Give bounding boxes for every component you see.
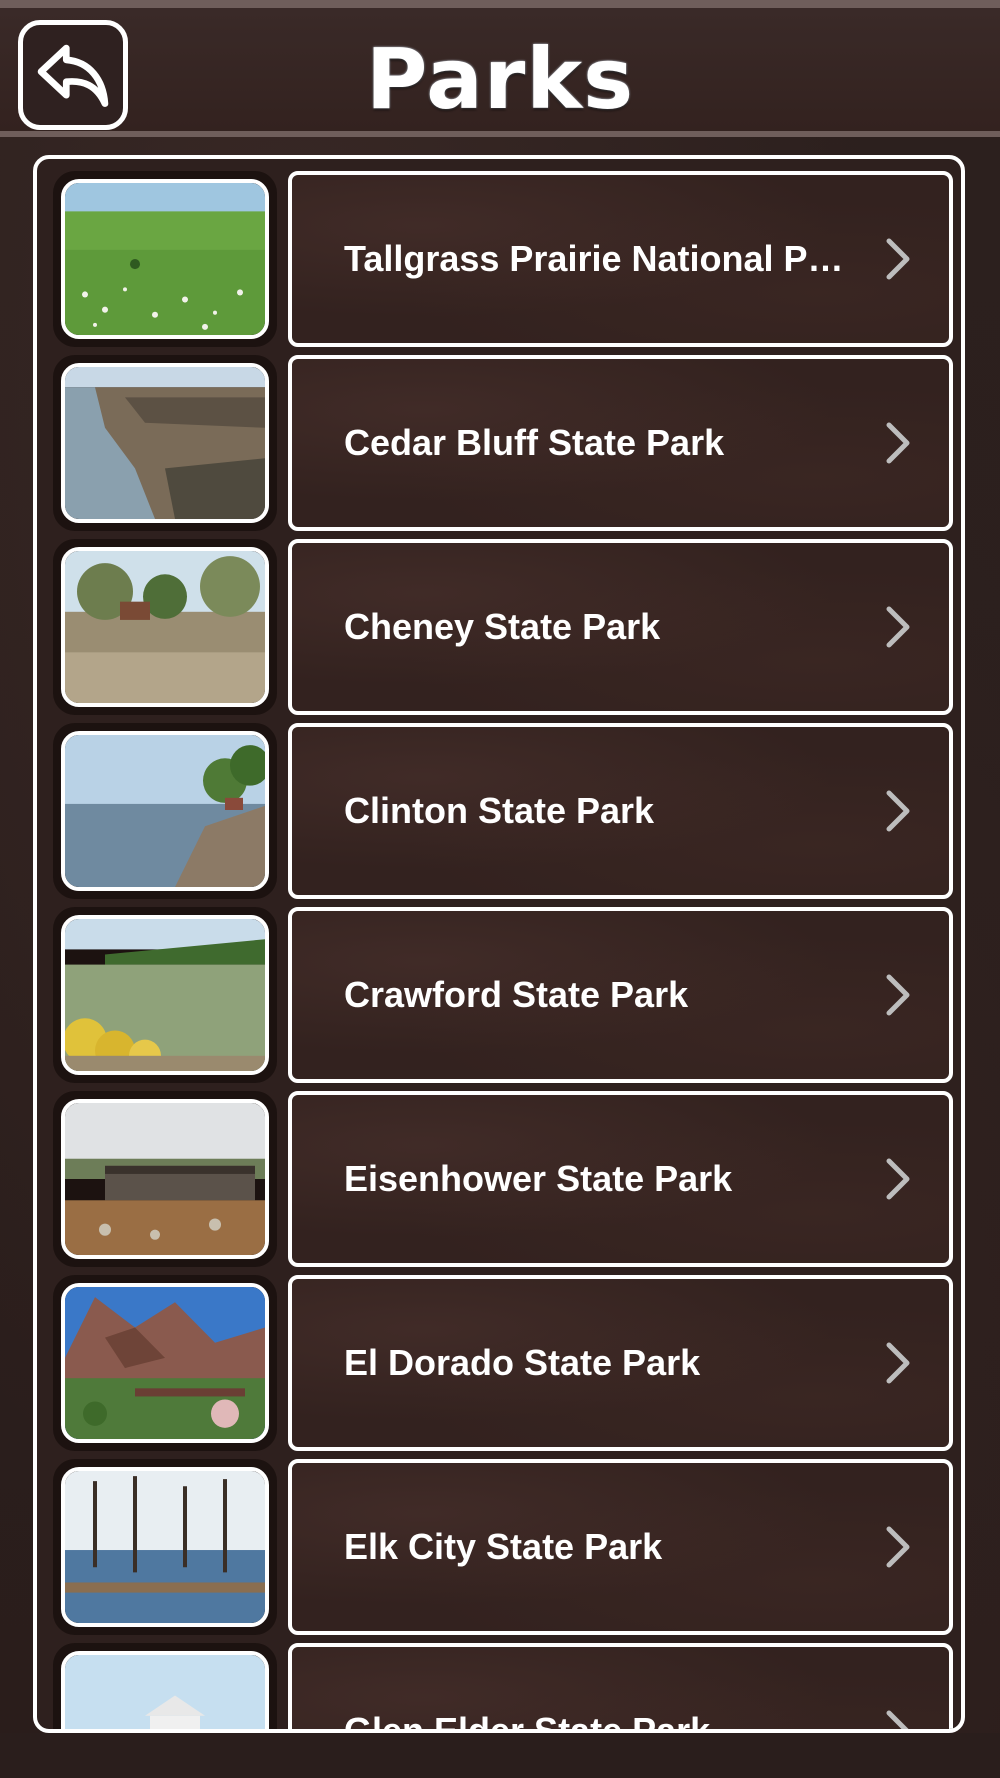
park-item-button[interactable]: Eisenhower State Park [288,1091,953,1267]
park-thumbnail [53,355,277,531]
list-item[interactable]: Glen Elder State Park [53,1643,953,1733]
park-name: El Dorado State Park [344,1342,701,1383]
chevron-right-icon [886,1158,910,1200]
bottom-strip [0,1733,1000,1778]
park-name: Clinton State Park [344,790,655,831]
eisenhower-image [65,1103,265,1255]
elkcity-image [65,1471,265,1623]
list-item[interactable]: Tallgrass Prairie National Preserve [53,171,953,347]
park-name: Cedar Bluff State Park [344,422,725,463]
park-item-button[interactable]: Clinton State Park [288,723,953,899]
park-name: Eisenhower State Park [344,1158,733,1199]
chevron-right-icon [886,238,910,280]
park-name: Glen Elder State Park [344,1710,711,1733]
park-thumbnail [53,1643,277,1729]
bluff-image [65,367,265,519]
clinton-image [65,735,265,887]
park-item-button[interactable]: Glen Elder State Park [288,1643,953,1733]
park-thumbnail [53,723,277,899]
chevron-right-icon [886,422,910,464]
chevron-right-icon [886,974,910,1016]
chevron-right-icon [886,1342,910,1384]
chevron-right-icon [886,1526,910,1568]
list-item[interactable]: Eisenhower State Park [53,1091,953,1267]
cheney-image [65,551,265,703]
park-item-button[interactable]: Cedar Bluff State Park [288,355,953,531]
park-name: Tallgrass Prairie National Preserve [344,238,844,279]
chevron-right-icon [886,606,910,648]
chevron-right-icon [886,790,910,832]
list-item[interactable]: Elk City State Park [53,1459,953,1635]
park-item-button[interactable]: El Dorado State Park [288,1275,953,1451]
glenelder-image [65,1655,265,1729]
park-name: Crawford State Park [344,974,689,1015]
park-name: Cheney State Park [344,606,661,647]
park-thumbnail [53,171,277,347]
park-item-button[interactable]: Elk City State Park [288,1459,953,1635]
list-item[interactable]: El Dorado State Park [53,1275,953,1451]
list-item[interactable]: Cedar Bluff State Park [53,355,953,531]
navigation-bar: Parks [0,0,1000,137]
list-item[interactable]: Crawford State Park [53,907,953,1083]
crawford-image [65,919,265,1071]
park-thumbnail [53,1275,277,1451]
park-thumbnail [53,1091,277,1267]
park-item-button[interactable]: Crawford State Park [288,907,953,1083]
park-thumbnail [53,1459,277,1635]
park-item-button[interactable]: Tallgrass Prairie National Preserve [288,171,953,347]
page-title: Parks [365,30,635,128]
parks-list[interactable]: Tallgrass Prairie National Preserve Ceda… [33,155,965,1733]
park-thumbnail [53,907,277,1083]
park-thumbnail [53,539,277,715]
park-item-button[interactable]: Cheney State Park [288,539,953,715]
list-item[interactable]: Clinton State Park [53,723,953,899]
prairie-image [65,183,265,335]
chevron-right-icon [886,1710,909,1729]
park-name: Elk City State Park [344,1526,663,1567]
eldorado-image [65,1287,265,1439]
list-item[interactable]: Cheney State Park [53,539,953,715]
